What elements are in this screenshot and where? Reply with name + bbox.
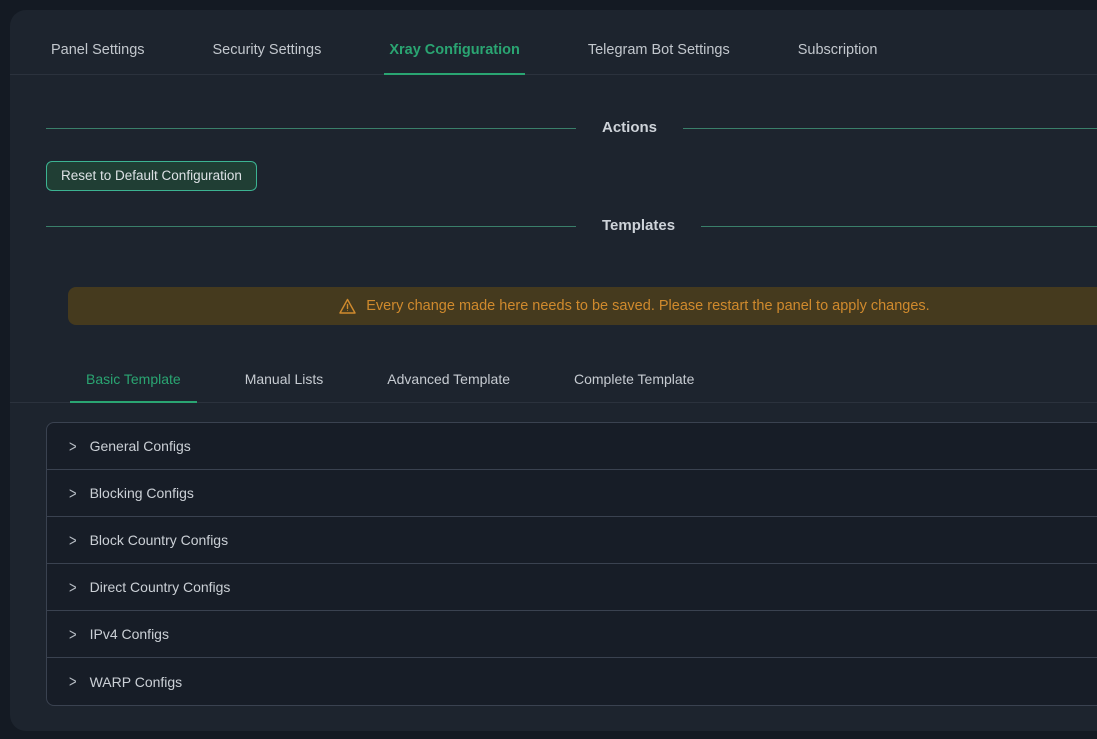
warning-text: Every change made here needs to be saved… <box>366 298 929 314</box>
collapse-panel-direct-country-configs[interactable]: > Direct Country Configs <box>47 564 1097 611</box>
app-root: { "main_tabs": { "active": "Xray Configu… <box>0 0 1097 739</box>
collapse-panel-block-country-configs[interactable]: > Block Country Configs <box>47 517 1097 564</box>
divider-line <box>701 226 1097 227</box>
reset-to-default-button[interactable]: Reset to Default Configuration <box>46 161 257 191</box>
actions-divider: Actions <box>10 117 1097 139</box>
chevron-right-icon: > <box>69 438 77 454</box>
collapse-panel-ipv4-configs[interactable]: > IPv4 Configs <box>47 611 1097 658</box>
chevron-right-icon: > <box>69 485 77 501</box>
collapse-panel-blocking-configs[interactable]: > Blocking Configs <box>47 470 1097 517</box>
divider-line <box>46 226 576 227</box>
tab-panel-settings[interactable]: Panel Settings <box>46 30 150 74</box>
templates-section-title: Templates <box>602 215 675 237</box>
config-collapse-list: > General Configs > Blocking Configs > B… <box>46 422 1097 706</box>
tab-complete-template[interactable]: Complete Template <box>558 361 710 402</box>
actions-section-title: Actions <box>602 117 657 139</box>
chevron-right-icon: > <box>69 673 77 689</box>
restart-warning-banner: Every change made here needs to be saved… <box>68 287 1097 325</box>
chevron-right-icon: > <box>69 532 77 548</box>
templates-divider: Templates <box>10 215 1097 237</box>
warning-triangle-icon <box>338 297 357 316</box>
collapse-panel-label: General Configs <box>90 438 191 454</box>
tab-advanced-template[interactable]: Advanced Template <box>371 361 526 402</box>
tab-telegram-bot-settings[interactable]: Telegram Bot Settings <box>583 30 735 74</box>
tab-subscription[interactable]: Subscription <box>793 30 883 74</box>
tab-manual-lists[interactable]: Manual Lists <box>229 361 340 402</box>
collapse-panel-label: Block Country Configs <box>90 532 229 548</box>
main-tab-bar: Panel Settings Security Settings Xray Co… <box>10 10 1097 75</box>
tab-security-settings[interactable]: Security Settings <box>208 30 327 74</box>
settings-card: Panel Settings Security Settings Xray Co… <box>10 10 1097 731</box>
collapse-panel-label: Blocking Configs <box>90 485 194 501</box>
tab-basic-template[interactable]: Basic Template <box>70 361 197 403</box>
collapse-panel-label: Direct Country Configs <box>90 579 231 595</box>
template-tab-bar: Basic Template Manual Lists Advanced Tem… <box>10 361 1097 403</box>
tab-xray-configuration[interactable]: Xray Configuration <box>384 30 525 75</box>
chevron-right-icon: > <box>69 579 77 595</box>
collapse-panel-general-configs[interactable]: > General Configs <box>47 423 1097 470</box>
divider-line <box>683 128 1097 129</box>
collapse-panel-label: IPv4 Configs <box>90 626 169 642</box>
chevron-right-icon: > <box>69 626 77 642</box>
collapse-panel-label: WARP Configs <box>90 674 183 690</box>
collapse-panel-warp-configs[interactable]: > WARP Configs <box>47 658 1097 705</box>
divider-line <box>46 128 576 129</box>
